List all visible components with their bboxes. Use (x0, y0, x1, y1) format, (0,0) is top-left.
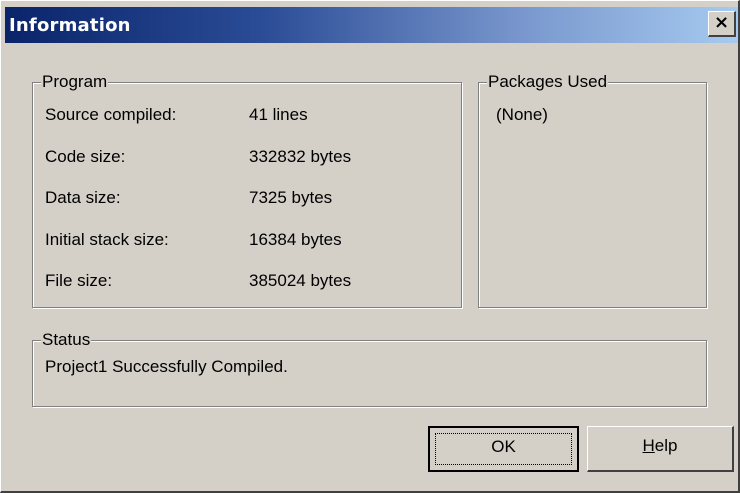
file-size-label: File size: (45, 271, 113, 290)
help-button-label: Help (588, 436, 732, 456)
information-dialog: Information × Program Source compiled: 4… (0, 0, 740, 493)
file-size-value: 385024 bytes (249, 271, 352, 290)
ok-button[interactable]: OK (428, 426, 579, 472)
source-compiled-label: Source compiled: (45, 105, 177, 124)
code-size-label: Code size: (45, 147, 126, 166)
help-mnemonic: H (642, 436, 655, 455)
source-compiled-value: 41 lines (249, 105, 308, 124)
program-group: Program Source compiled: 41 lines Code s… (32, 72, 462, 308)
data-size-value: 7325 bytes (249, 188, 333, 207)
close-button[interactable]: × (708, 11, 736, 37)
status-group: Status Project1 Successfully Compiled. (32, 330, 707, 407)
status-message: Project1 Successfully Compiled. (45, 357, 288, 376)
help-button[interactable]: Help (587, 426, 734, 472)
packages-used-legend: Packages Used (487, 72, 609, 92)
initial-stack-size-value: 16384 bytes (249, 230, 342, 249)
data-size-label: Data size: (45, 188, 121, 207)
ok-button-label: OK (491, 437, 516, 456)
initial-stack-size-label: Initial stack size: (45, 230, 169, 249)
code-size-value: 332832 bytes (249, 147, 352, 166)
packages-list: (None) (496, 105, 548, 124)
title-bar[interactable]: Information × (5, 7, 738, 43)
program-legend: Program (41, 72, 109, 92)
close-icon: × (713, 12, 730, 33)
help-label-rest: elp (654, 436, 678, 455)
status-legend: Status (41, 330, 92, 350)
window-title: Information (9, 15, 131, 36)
packages-used-group: Packages Used (None) (478, 72, 707, 308)
